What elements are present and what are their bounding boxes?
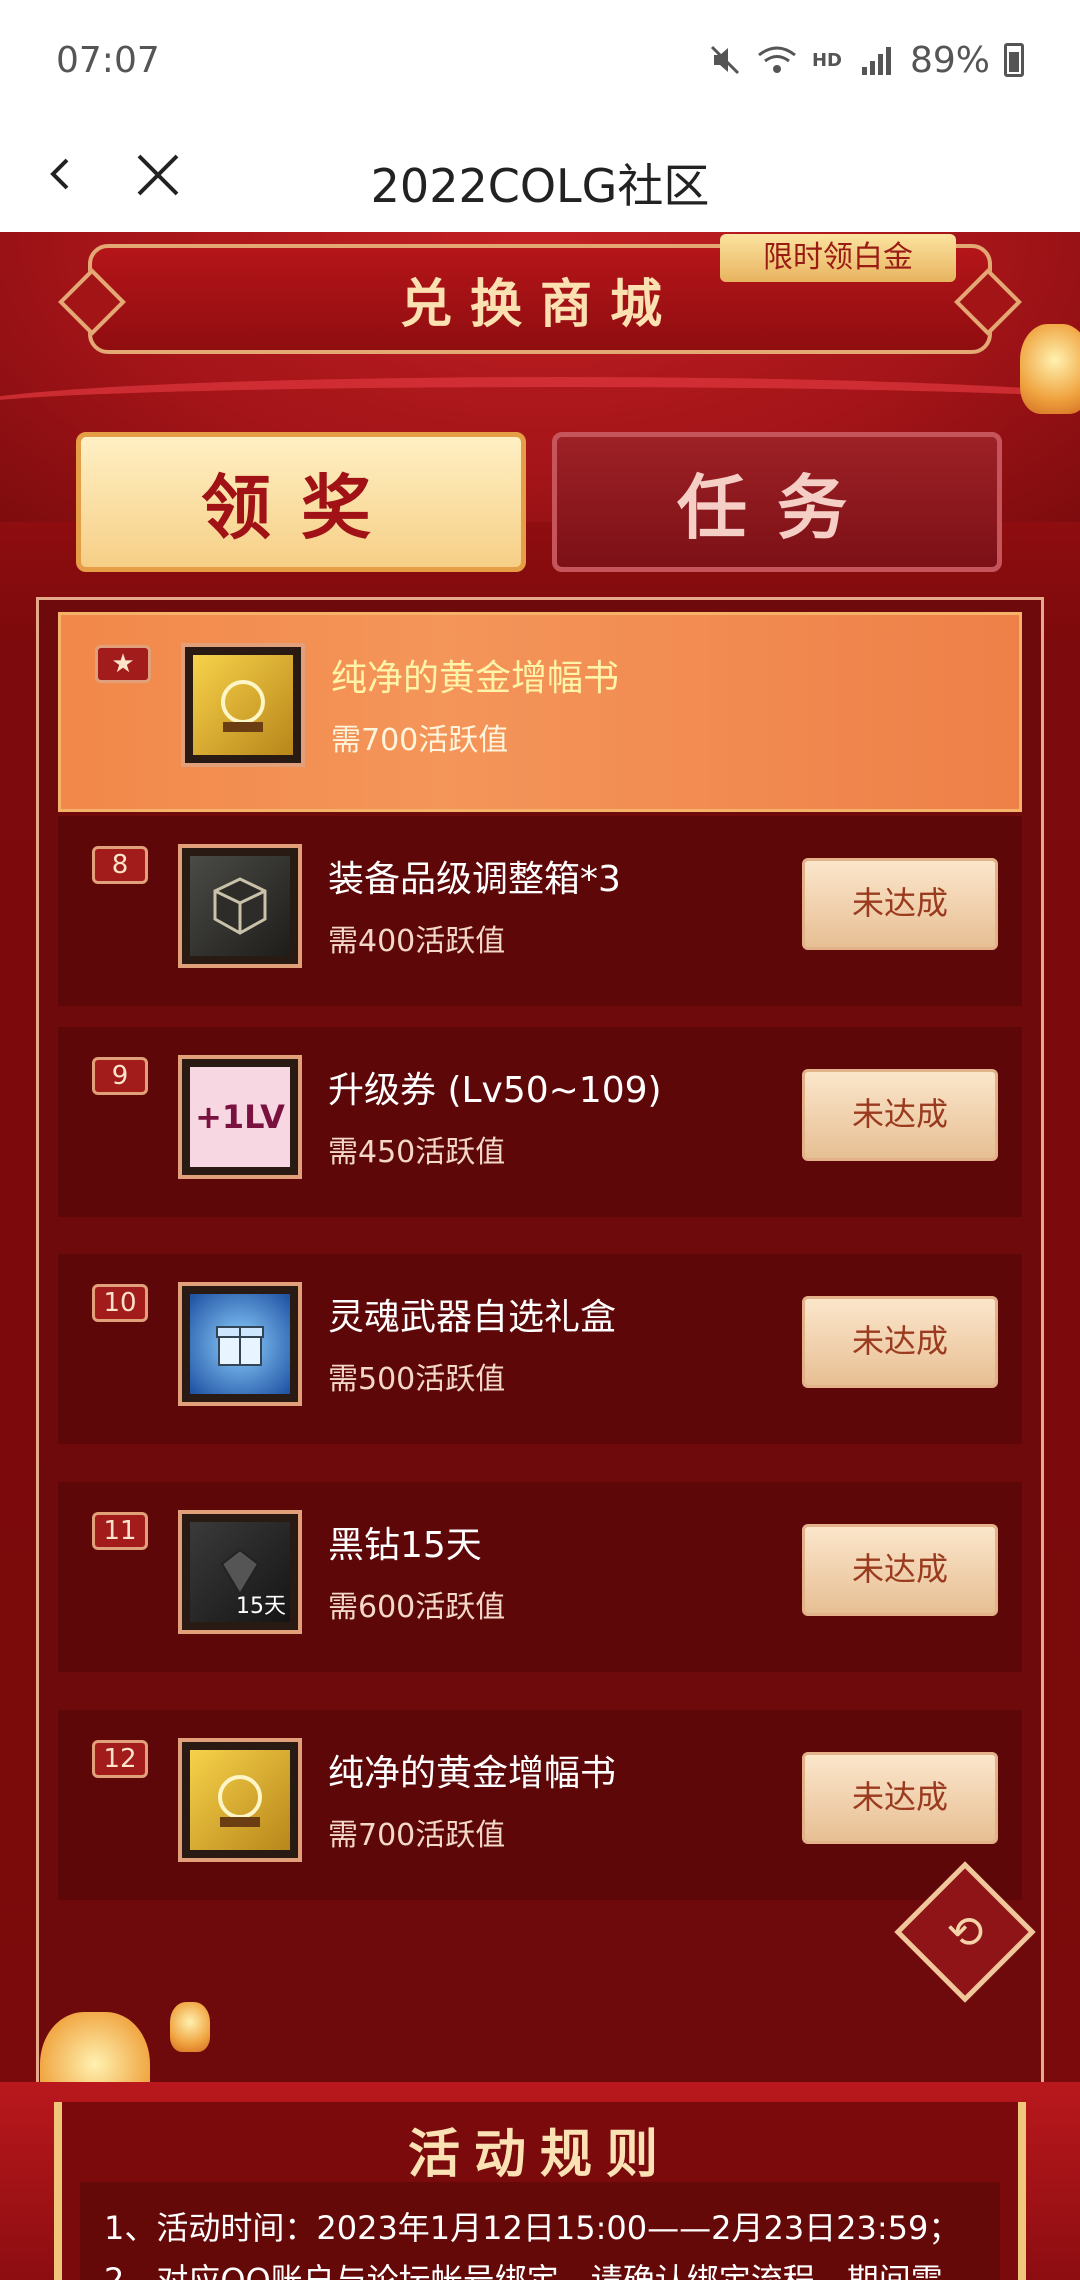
status-time: 07:07 [56,39,160,81]
adjust-box-icon [178,844,302,968]
reward-row: 10 灵魂武器自选礼盒 需500活跃值 未达成 [58,1254,1022,1444]
reward-cost: 需700活跃值 [328,1818,506,1853]
tab-bar: 领奖 任务 [76,432,1006,572]
rank-badge: 8 [92,846,148,884]
lantern-decoration [1020,324,1080,414]
reward-row: 9 +1LV 升级券 (Lv50~109) 需450活跃值 未达成 [58,1027,1022,1217]
status-button[interactable]: 未达成 [802,858,998,950]
page-title: 2022COLG社区 [370,159,710,213]
level-ticket-label: +1LV [190,1067,290,1167]
app-header: 2022COLG社区 [0,120,1080,232]
battery-percent: 89% [909,39,990,81]
shop-title: 兑换商城 [399,274,680,335]
lantern-decoration [170,2002,210,2052]
rules-title: 活动规则 [407,2125,672,2185]
status-bar: 07:07 HD 89% [0,0,1080,120]
status-button[interactable]: 未达成 [802,1296,998,1388]
status-button[interactable]: 未达成 [802,1069,998,1161]
reward-cost: 需700活跃值 [331,723,509,758]
reward-name: 黑钻15天 [328,1525,482,1566]
level-ticket-icon: +1LV [178,1055,302,1179]
mute-icon [710,45,740,75]
refresh-icon: ⟲ [946,1906,984,1958]
rank-badge: 10 [92,1284,148,1322]
reward-row: 8 装备品级调整箱*3 需400活跃值 未达成 [58,816,1022,1006]
rules-line: 1、活动时间：2023年1月12日15:00——2月23日23:59； [104,2209,961,2247]
reward-row: ★ 纯净的黄金增幅书 需700活跃值 [58,612,1022,812]
reward-cost: 需500活跃值 [328,1362,506,1397]
reward-row: 12 纯净的黄金增幅书 需700活跃值 未达成 [58,1710,1022,1900]
reward-name: 装备品级调整箱*3 [328,859,621,900]
reward-cost: 需400活跃值 [328,924,506,959]
reward-cost: 需450活跃值 [328,1135,506,1170]
reward-name: 纯净的黄金增幅书 [331,658,620,699]
event-page: 兑换商城 限时领白金 领奖 任务 ★ 纯净的黄金增幅书 需700活跃值 8 装备… [0,232,1080,2280]
status-button[interactable]: 未达成 [802,1752,998,1844]
golden-book-glyph [218,1775,262,1827]
reward-row: 11 15天 黑钻15天 需600活跃值 未达成 [58,1482,1022,1672]
rank-badge: 11 [92,1512,148,1550]
rank-badge: 12 [92,1740,148,1778]
wifi-icon [758,46,796,73]
rules-body: 1、活动时间：2023年1月12日15:00——2月23日23:59； 2、对应… [80,2182,1000,2280]
golden-book-glyph [221,680,265,732]
reward-name: 灵魂武器自选礼盒 [328,1297,617,1338]
cube-glyph [213,877,267,935]
rules-line: 2、对应QQ账户与论坛帐号绑定，请确认绑定流程，期间需 [104,2261,943,2280]
rank-badge: ★ [95,645,151,683]
golden-book-icon [178,1738,302,1862]
tab-claim[interactable]: 领奖 [76,432,526,572]
reward-name: 纯净的黄金增幅书 [328,1753,617,1794]
black-diamond-icon: 15天 [178,1510,302,1634]
status-icons: HD 89% [708,40,1024,81]
gift-box-glyph [216,1326,264,1366]
tab-task[interactable]: 任务 [552,432,1002,572]
signal-icon [861,47,891,75]
reward-cost: 需600活跃值 [328,1590,506,1625]
swoosh-decoration [0,377,1080,437]
black-diamond-days: 15天 [236,1594,286,1619]
limited-tag[interactable]: 限时领白金 [720,234,956,282]
battery-icon [1004,43,1024,77]
rank-badge: 9 [92,1057,148,1095]
soul-weapon-box-icon [178,1282,302,1406]
hd-icon: HD [811,49,842,71]
golden-book-icon [181,643,305,767]
reward-name: 升级券 (Lv50~109) [328,1070,662,1111]
status-button[interactable]: 未达成 [802,1524,998,1616]
